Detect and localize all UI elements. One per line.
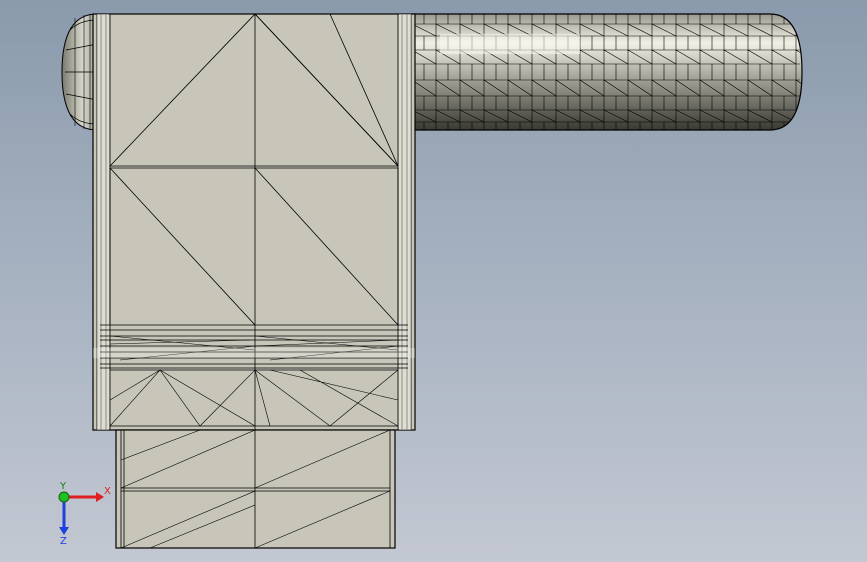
handle-cylinder bbox=[411, 13, 803, 131]
orientation-triad[interactable]: X Z Y bbox=[44, 481, 114, 547]
left-end-cap bbox=[61, 13, 98, 131]
main-body bbox=[92, 13, 416, 431]
triad-z-axis: Z bbox=[59, 497, 69, 547]
y-axis-label: Y bbox=[59, 482, 67, 492]
shank bbox=[115, 429, 396, 549]
graphics-viewport[interactable]: X Z Y bbox=[0, 0, 867, 562]
triad-y-axis: Y bbox=[58, 481, 70, 503]
z-axis-label: Z bbox=[60, 536, 67, 546]
x-axis-label: X bbox=[104, 486, 111, 497]
model-wireframe[interactable] bbox=[0, 0, 867, 562]
triad-x-axis: X bbox=[64, 486, 111, 502]
